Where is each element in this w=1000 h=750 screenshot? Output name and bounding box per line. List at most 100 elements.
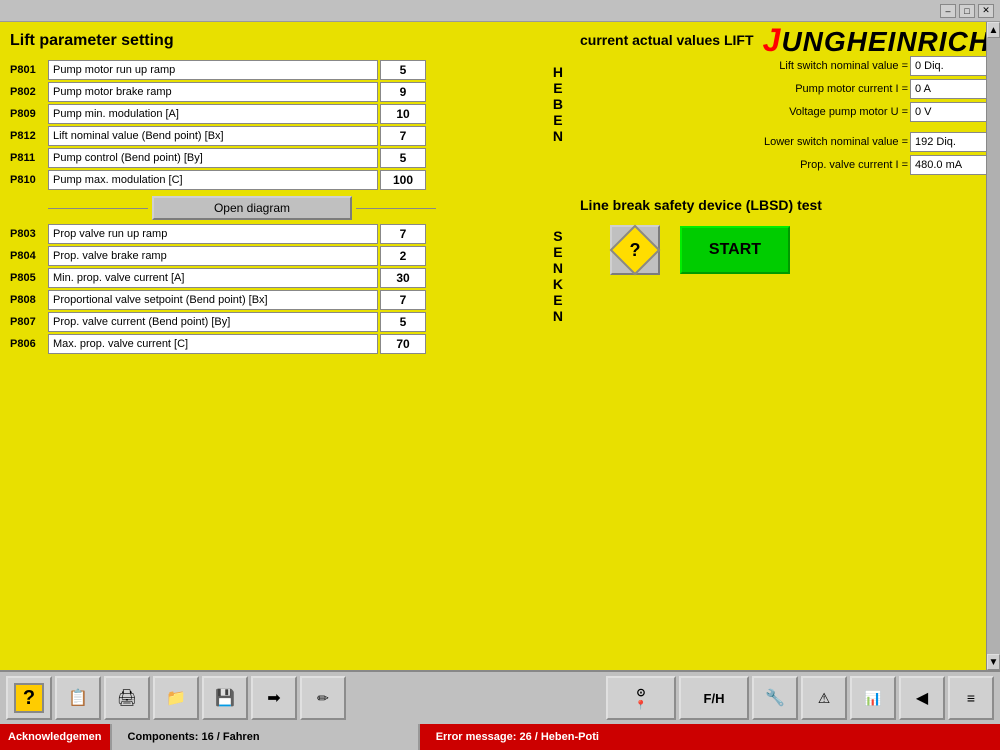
- chart-toolbar-button[interactable]: 📊: [850, 676, 896, 720]
- gauge-toolbar-button[interactable]: ⊙📍: [606, 676, 676, 720]
- scroll-thumb[interactable]: [987, 38, 1000, 654]
- lbsd-section: Line break safety device (LBSD) test ? S…: [580, 197, 990, 275]
- bottom-toolbar: ? 📋 🖨 📁 💾 ➡ ✏ ⊙📍 F/H 🔧: [0, 670, 1000, 750]
- param-value[interactable]: 7: [380, 224, 426, 244]
- alert-toolbar-button[interactable]: ⚠: [801, 676, 847, 720]
- actual-value-row: Lift switch nominal value = 0 Diq.: [580, 56, 990, 76]
- param-row: P802 Pump motor brake ramp 9: [10, 82, 547, 102]
- left-panel-title: Lift parameter setting: [10, 32, 570, 52]
- actual-values-section: current actual values LIFT Lift switch n…: [580, 32, 990, 185]
- param-row: P809 Pump min. modulation [A] 10: [10, 104, 547, 124]
- param-name[interactable]: Max. prop. valve current [C]: [48, 334, 378, 354]
- minimize-button[interactable]: –: [940, 4, 956, 18]
- param-name[interactable]: Lift nominal value (Bend point) [Bx]: [48, 126, 378, 146]
- param-name[interactable]: Prop. valve brake ramp: [48, 246, 378, 266]
- param-id: P806: [10, 338, 48, 350]
- edit-toolbar-button[interactable]: ✏: [300, 676, 346, 720]
- scroll-down-button[interactable]: ▼: [987, 654, 1000, 670]
- heben-param-rows: P801 Pump motor run up ramp 5 P802 Pump …: [10, 60, 547, 192]
- maximize-button[interactable]: □: [959, 4, 975, 18]
- param-id: P812: [10, 130, 48, 142]
- actual-value-row: Pump motor current I = 0 A: [580, 79, 990, 99]
- heben-group: P801 Pump motor run up ramp 5 P802 Pump …: [10, 60, 570, 192]
- param-name[interactable]: Prop. valve current (Bend point) [By]: [48, 312, 378, 332]
- param-id: P805: [10, 272, 48, 284]
- actual-value-label: Lower switch nominal value =: [764, 136, 908, 148]
- param-name[interactable]: Min. prop. valve current [A]: [48, 268, 378, 288]
- param-id: P807: [10, 316, 48, 328]
- param-row: P811 Pump control (Bend point) [By] 5: [10, 148, 547, 168]
- main-content: Lift parameter setting P801 Pump motor r…: [0, 22, 1000, 670]
- param-id: P809: [10, 108, 48, 120]
- nav-toolbar-button[interactable]: ➡: [251, 676, 297, 720]
- senken-label: SENKEN: [547, 224, 570, 328]
- print-toolbar-button[interactable]: 🖨: [104, 676, 150, 720]
- param-row: P808 Proportional valve setpoint (Bend p…: [10, 290, 547, 310]
- param-value[interactable]: 5: [380, 148, 426, 168]
- actual-value-box: 480.0 mA: [910, 155, 990, 175]
- folder-toolbar-button[interactable]: 📁: [153, 676, 199, 720]
- more-toolbar-button[interactable]: ≡: [948, 676, 994, 720]
- param-row: P812 Lift nominal value (Bend point) [Bx…: [10, 126, 547, 146]
- param-name[interactable]: Pump min. modulation [A]: [48, 104, 378, 124]
- lbsd-start-button[interactable]: START: [680, 226, 790, 274]
- open-diagram-button[interactable]: Open diagram: [152, 196, 352, 220]
- help-toolbar-button[interactable]: ?: [6, 676, 52, 720]
- status-acknowledgement[interactable]: Acknowledgemen: [0, 724, 112, 750]
- param-row: P804 Prop. valve brake ramp 2: [10, 246, 547, 266]
- actual-value-box: 0 A: [910, 79, 990, 99]
- window-controls: – □ ✕: [940, 4, 994, 18]
- param-name[interactable]: Prop valve run up ramp: [48, 224, 378, 244]
- actual-value-row: Prop. valve current I = 480.0 mA: [580, 155, 990, 175]
- param-value[interactable]: 5: [380, 312, 426, 332]
- actual-value-label: Prop. valve current I =: [800, 159, 908, 171]
- param-id: P810: [10, 174, 48, 186]
- back-toolbar-button[interactable]: ◀: [899, 676, 945, 720]
- actual-value-box: 0 Diq.: [910, 56, 990, 76]
- actual-value-row: Voltage pump motor U = 0 V: [580, 102, 990, 122]
- param-value[interactable]: 30: [380, 268, 426, 288]
- param-row: P806 Max. prop. valve current [C] 70: [10, 334, 547, 354]
- fh-toolbar-button[interactable]: F/H: [679, 676, 749, 720]
- question-diamond: ?: [610, 225, 661, 276]
- actual-value-row: Lower switch nominal value = 192 Diq.: [580, 132, 990, 152]
- wrench-toolbar-button[interactable]: 🔧: [752, 676, 798, 720]
- param-name[interactable]: Pump motor brake ramp: [48, 82, 378, 102]
- question-mark-icon: ?: [630, 240, 641, 261]
- save-toolbar-button[interactable]: 💾: [202, 676, 248, 720]
- param-name[interactable]: Proportional valve setpoint (Bend point)…: [48, 290, 378, 310]
- actual-value-label: Pump motor current I =: [795, 83, 908, 95]
- senken-group: P803 Prop valve run up ramp 7 P804 Prop.…: [10, 224, 570, 356]
- senken-param-rows: P803 Prop valve run up ramp 7 P804 Prop.…: [10, 224, 547, 356]
- param-id: P804: [10, 250, 48, 262]
- scroll-up-button[interactable]: ▲: [987, 22, 1000, 38]
- param-value[interactable]: 9: [380, 82, 426, 102]
- param-name[interactable]: Pump motor run up ramp: [48, 60, 378, 80]
- param-value[interactable]: 7: [380, 126, 426, 146]
- param-value[interactable]: 7: [380, 290, 426, 310]
- param-value[interactable]: 100: [380, 170, 426, 190]
- param-value[interactable]: 70: [380, 334, 426, 354]
- param-name[interactable]: Pump control (Bend point) [By]: [48, 148, 378, 168]
- param-value[interactable]: 10: [380, 104, 426, 124]
- param-id: P801: [10, 64, 48, 76]
- param-value[interactable]: 5: [380, 60, 426, 80]
- actual-value-label: Lift switch nominal value =: [779, 60, 908, 72]
- close-button[interactable]: ✕: [978, 4, 994, 18]
- param-id: P811: [10, 152, 48, 164]
- param-name[interactable]: Pump max. modulation [C]: [48, 170, 378, 190]
- actual-value-label: Voltage pump motor U =: [789, 106, 908, 118]
- heben-label: HEBEN: [547, 60, 570, 148]
- actual-value-box: 192 Diq.: [910, 132, 990, 152]
- lbsd-help-icon[interactable]: ?: [610, 225, 660, 275]
- scrollbar: ▲ ▼: [986, 22, 1000, 670]
- param-id: P802: [10, 86, 48, 98]
- right-panel: current actual values LIFT Lift switch n…: [580, 32, 990, 660]
- top-bar: – □ ✕: [0, 0, 1000, 22]
- param-row: P810 Pump max. modulation [C] 100: [10, 170, 547, 190]
- param-id: P808: [10, 294, 48, 306]
- list-toolbar-button[interactable]: 📋: [55, 676, 101, 720]
- status-components: Components: 16 / Fahren: [112, 724, 420, 750]
- toolbar-buttons: ? 📋 🖨 📁 💾 ➡ ✏ ⊙📍 F/H 🔧: [0, 672, 1000, 724]
- param-value[interactable]: 2: [380, 246, 426, 266]
